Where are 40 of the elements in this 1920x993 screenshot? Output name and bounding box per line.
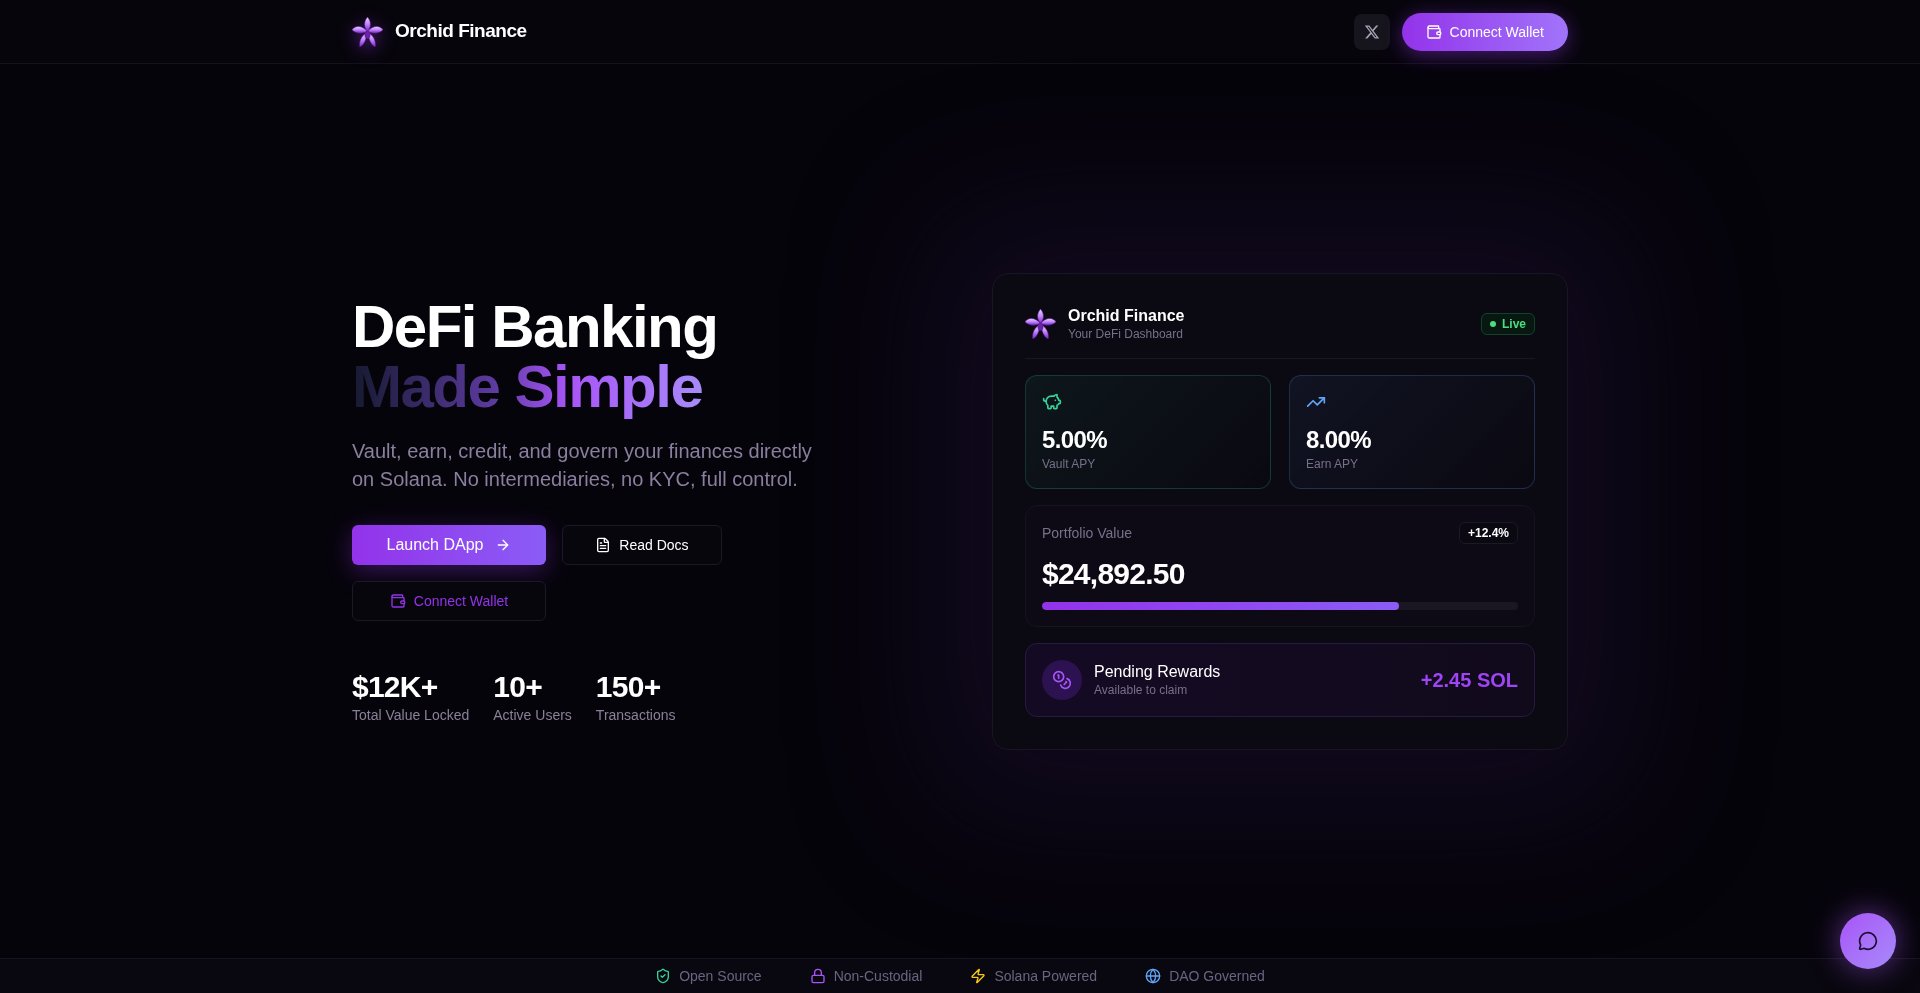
connect-wallet-button[interactable]: Connect Wallet: [1401, 12, 1568, 51]
wallet-icon: [1425, 23, 1442, 40]
brand-name: Orchid Finance: [395, 19, 527, 44]
apy-label: Vault APY: [1042, 455, 1097, 472]
document-icon: [595, 537, 612, 553]
stat-label: Total Value Locked: [352, 706, 470, 725]
orchid-flower-logo-icon: [352, 16, 383, 47]
chat-button[interactable]: [1840, 913, 1896, 969]
hero-description: Vault, earn, credit, and govern your finances directly on Solana. No intermediaries, no KYC, full control.: [352, 439, 813, 492]
apy-value: 8.00%: [1306, 424, 1373, 455]
apy-label: Earn APY: [1306, 455, 1360, 472]
rewards-subtitle: Available to claim: [1094, 681, 1189, 698]
portfolio-label: Portfolio Value: [1042, 523, 1132, 543]
rewards-amount: +2.45 SOL: [1420, 667, 1518, 693]
stat-value: 150+: [595, 669, 662, 705]
card-title: Orchid Finance: [1068, 305, 1185, 326]
rewards-title: Pending Rewards: [1094, 661, 1221, 682]
launch-button[interactable]: Launch DApp: [352, 525, 546, 565]
stat-label: Transactions: [595, 706, 676, 725]
coins-icon: [1042, 659, 1082, 700]
card-subtitle: Your DeFi Dashboard: [1068, 325, 1184, 342]
apy-value: 5.00%: [1042, 424, 1109, 455]
feature-label: Non-Custodial: [833, 967, 923, 986]
stat-label: Active Users: [493, 706, 572, 725]
stat-value: 10+: [493, 669, 543, 705]
status-label: Live: [1502, 315, 1526, 332]
wallet-icon: [389, 593, 406, 609]
feature-label: DAO Governed: [1169, 967, 1265, 986]
connect-wallet-button[interactable]: Connect Wallet: [352, 581, 546, 621]
orchid-flower-logo-icon: [1025, 308, 1056, 339]
stat-value: $12K+: [352, 669, 439, 705]
chat-bubble-icon: [1858, 931, 1878, 951]
feature-label: Solana Powered: [994, 967, 1098, 986]
x-logo-icon: [1363, 23, 1380, 40]
portfolio-value: $24,892.50: [1042, 555, 1186, 592]
x-logo-button[interactable]: [1353, 13, 1390, 50]
change-badge: +12.4%: [1458, 521, 1518, 544]
docs-button[interactable]: Read Docs: [562, 525, 722, 565]
hero-title: DeFi Banking: [352, 297, 718, 357]
feature-label: Open Source: [679, 967, 762, 986]
